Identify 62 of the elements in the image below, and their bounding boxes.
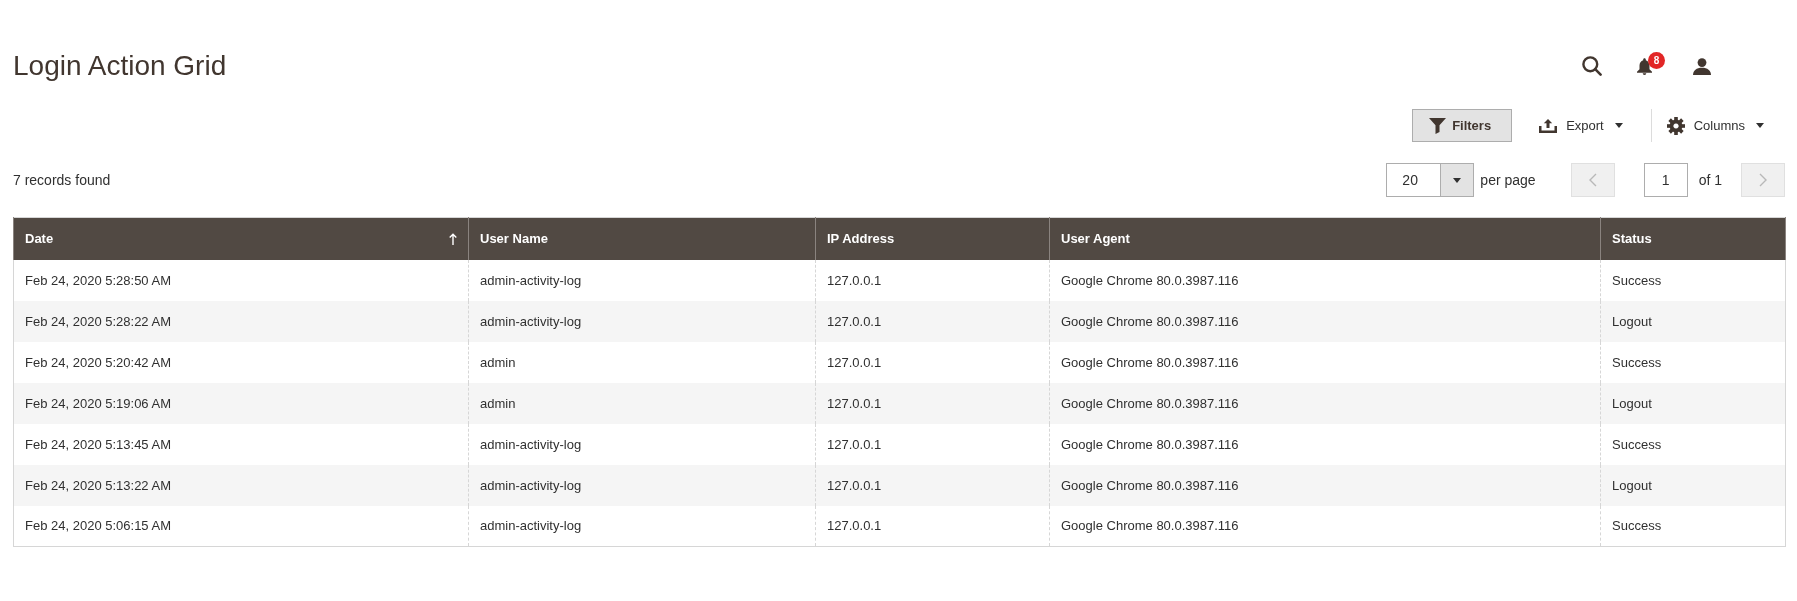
columns-button[interactable]: Columns (1666, 109, 1773, 142)
table-cell: 127.0.0.1 (815, 341, 1050, 383)
bell-icon[interactable] (1637, 57, 1652, 75)
table-cell: Feb 24, 2020 5:06:15 AM (13, 505, 469, 547)
table-cell: admin-activity-log (468, 259, 816, 301)
table-cell: 127.0.0.1 (815, 300, 1050, 342)
table-cell: 127.0.0.1 (815, 464, 1050, 506)
column-header[interactable]: User Name (468, 217, 816, 260)
per-page-label: per page (1480, 172, 1536, 188)
table-cell: 127.0.0.1 (815, 505, 1050, 547)
page-total-label: of 1 (1698, 172, 1722, 188)
table-cell: Feb 24, 2020 5:13:22 AM (13, 464, 469, 506)
page-title: Login Action Grid (13, 49, 227, 83)
user-icon[interactable] (1693, 57, 1711, 75)
table-cell: Feb 24, 2020 5:20:42 AM (13, 341, 469, 383)
table-cell: Feb 24, 2020 5:28:50 AM (13, 259, 469, 301)
caret-icon (1453, 177, 1462, 183)
per-page-field[interactable]: 20 (1386, 163, 1442, 197)
table-cell: Logout (1600, 300, 1786, 342)
export-button[interactable]: Export (1539, 109, 1632, 142)
table-cell: Google Chrome 80.0.3987.116 (1049, 341, 1601, 383)
table-cell: admin-activity-log (468, 505, 816, 547)
table-cell: Success (1600, 423, 1786, 465)
table-cell: Google Chrome 80.0.3987.116 (1049, 505, 1601, 547)
column-header[interactable]: Date (13, 217, 469, 260)
chevron-left-icon (1588, 173, 1597, 187)
notification-badge: 8 (1648, 51, 1665, 69)
table-cell: admin-activity-log (468, 464, 816, 506)
column-header[interactable]: Status (1600, 217, 1786, 260)
chevron-right-icon (1759, 173, 1767, 187)
table-cell: Logout (1600, 382, 1786, 424)
table-cell: Google Chrome 80.0.3987.116 (1049, 259, 1601, 301)
table-cell: 127.0.0.1 (815, 382, 1050, 424)
sort-arrow-icon (449, 232, 457, 245)
table-cell: admin-activity-log (468, 423, 816, 465)
table-cell: Google Chrome 80.0.3987.116 (1049, 464, 1601, 506)
records-count: 7 records found (13, 172, 111, 188)
column-header[interactable]: User Agent (1049, 217, 1601, 260)
caret-icon (1756, 123, 1764, 128)
filters-button[interactable]: Filters (1412, 109, 1513, 142)
table-cell: Feb 24, 2020 5:28:22 AM (13, 300, 469, 342)
table-cell: 127.0.0.1 (815, 259, 1050, 301)
table-cell: Feb 24, 2020 5:13:45 AM (13, 423, 469, 465)
table-cell: 127.0.0.1 (815, 423, 1050, 465)
column-header[interactable]: IP Address (815, 217, 1050, 260)
search-icon[interactable] (1582, 56, 1602, 76)
table-cell: admin-activity-log (468, 300, 816, 342)
table-cell: Logout (1600, 464, 1786, 506)
table-cell: Google Chrome 80.0.3987.116 (1049, 423, 1601, 465)
page-number-field[interactable]: 1 (1643, 163, 1688, 197)
table-cell: Success (1600, 505, 1786, 547)
table-cell: Google Chrome 80.0.3987.116 (1049, 300, 1601, 342)
table-cell: Feb 24, 2020 5:19:06 AM (13, 382, 469, 424)
table-cell: Success (1600, 341, 1786, 383)
caret-icon (1614, 123, 1623, 128)
table-cell: admin (468, 341, 816, 383)
table-cell: Google Chrome 80.0.3987.116 (1049, 382, 1601, 424)
table-cell: Success (1600, 259, 1786, 301)
funnel-icon (1429, 117, 1447, 134)
upload-icon (1539, 118, 1558, 133)
table-cell: admin (468, 382, 816, 424)
gear-icon (1666, 116, 1685, 135)
